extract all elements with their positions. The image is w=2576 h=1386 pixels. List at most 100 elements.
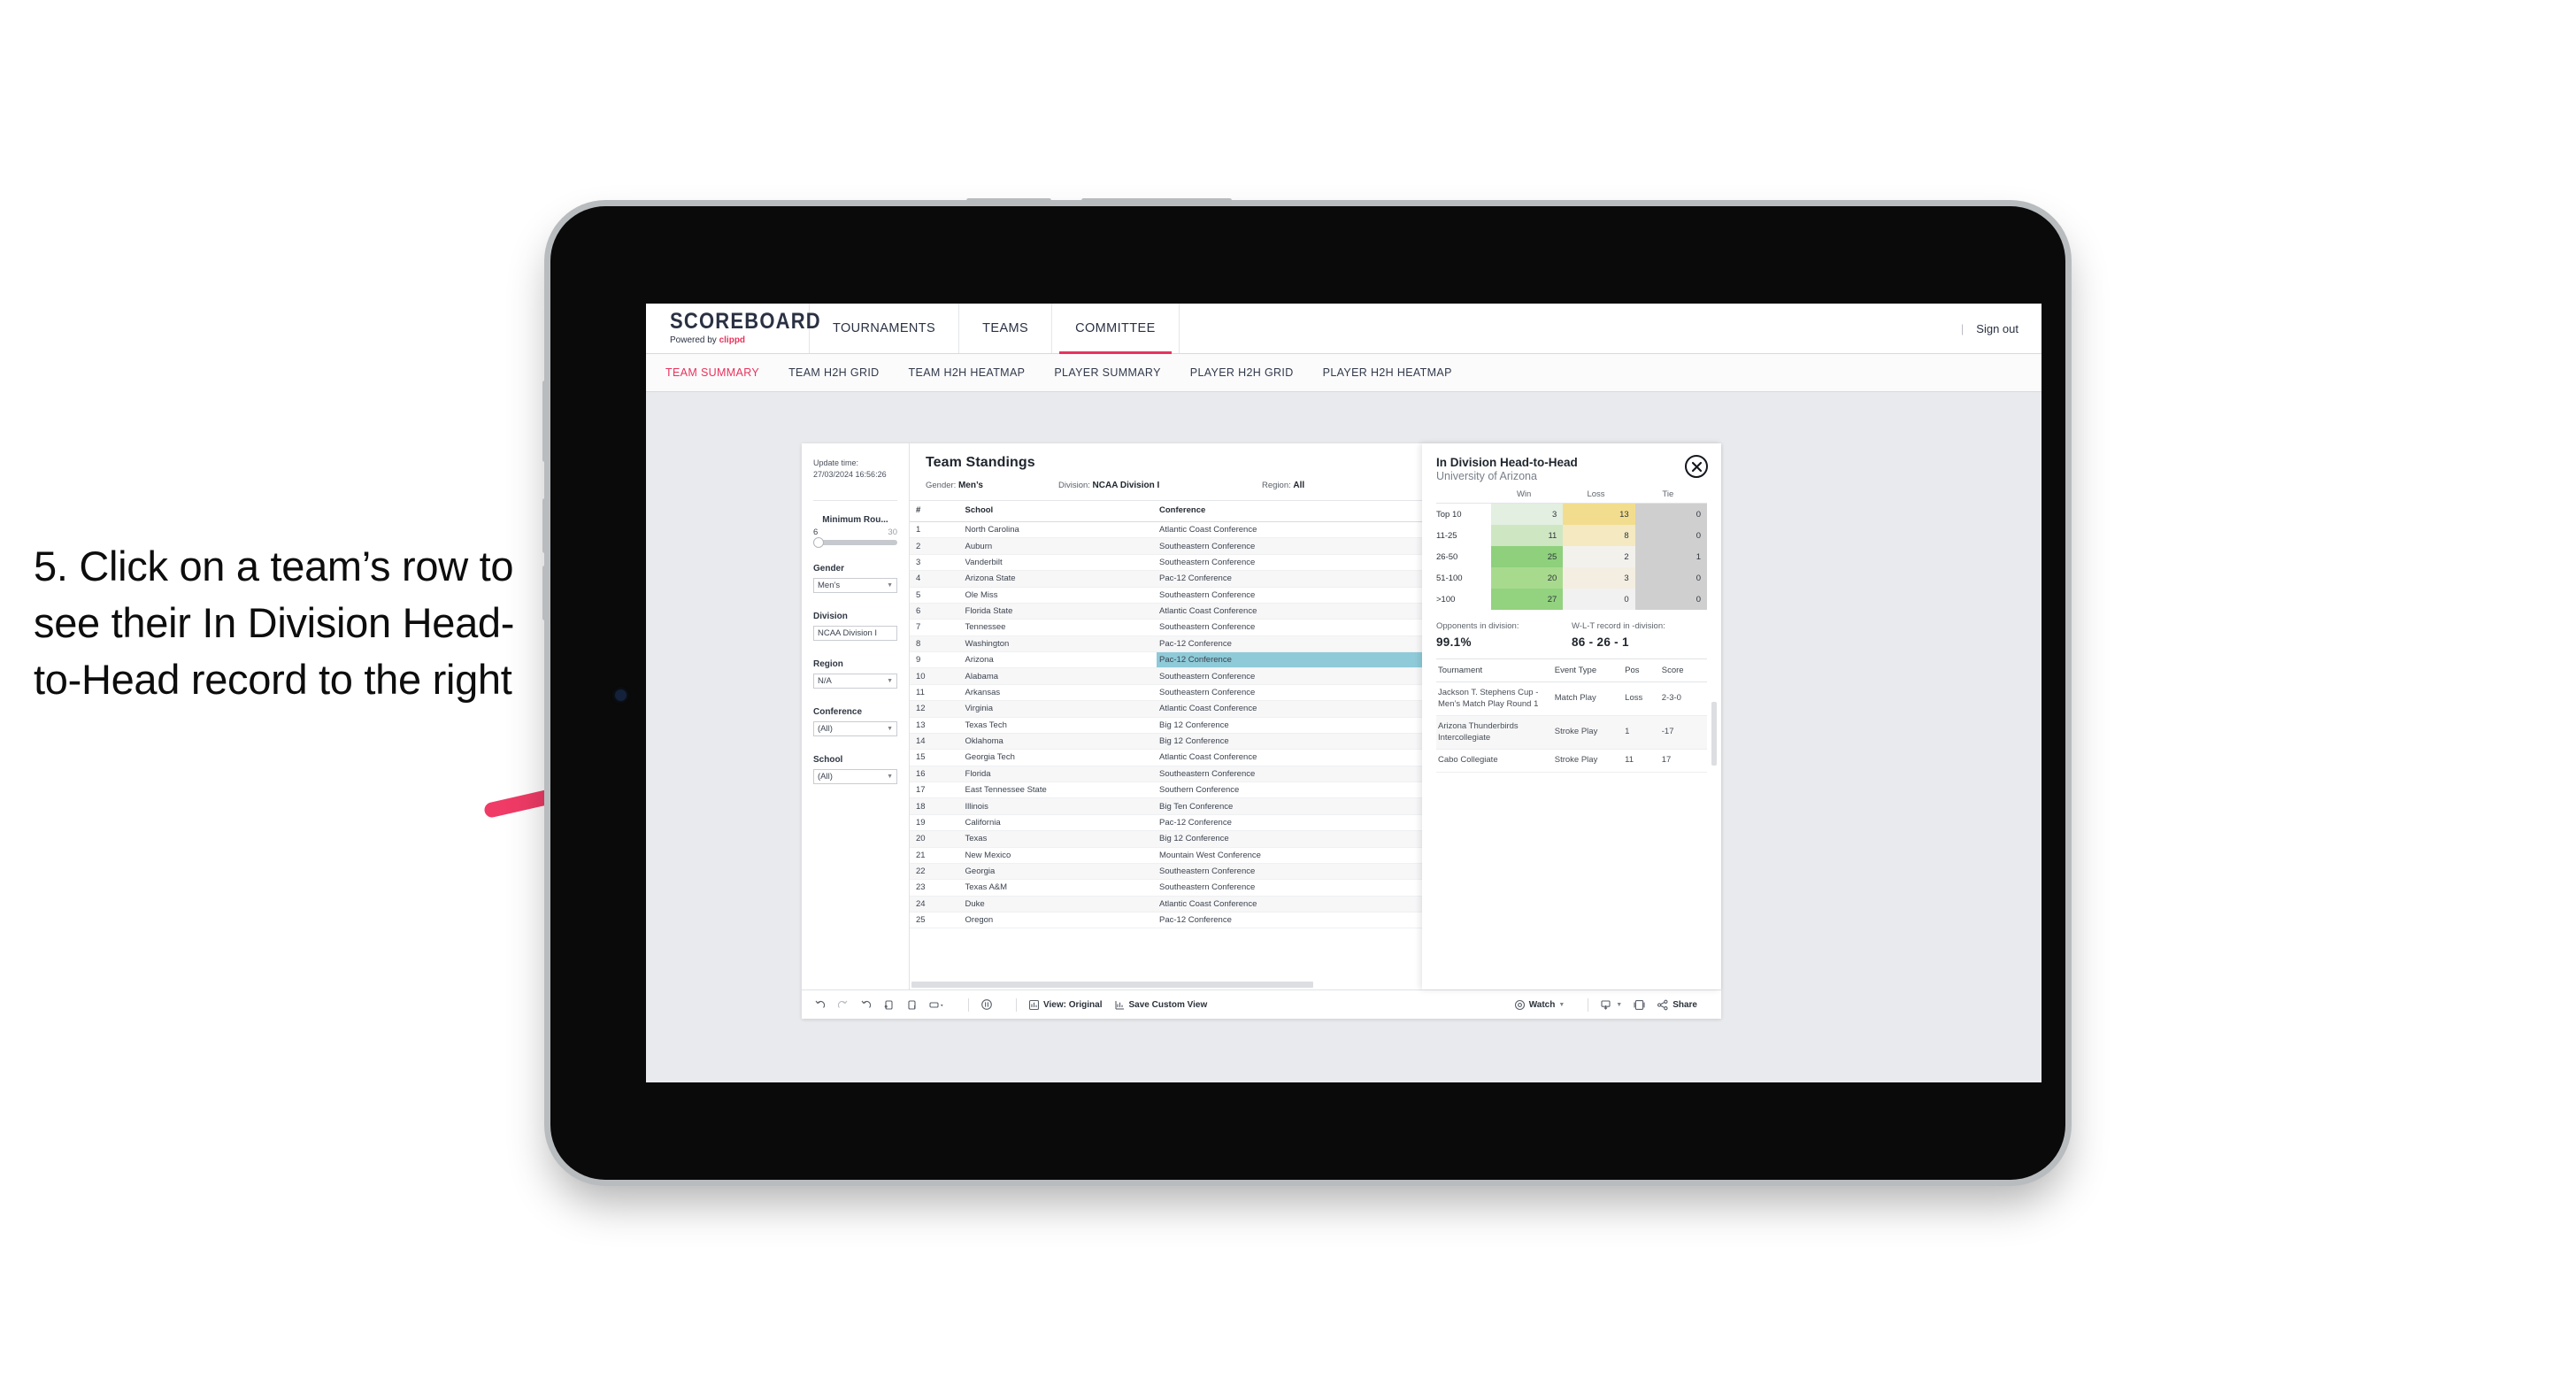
tab-player-h2h-grid[interactable]: PLAYER H2H GRID <box>1190 366 1294 379</box>
device-layout-icon[interactable] <box>929 999 945 1011</box>
cell-rank: 23 <box>910 879 963 897</box>
summary-division-value: NCAA Division I <box>1092 481 1160 490</box>
wlt-record-stat: W-L-T record in -division: 86 - 26 - 1 <box>1572 621 1707 649</box>
heatmap-cell-tie[interactable]: 0 <box>1634 589 1707 610</box>
heatmap-cell-win[interactable]: 20 <box>1491 567 1564 589</box>
power-button[interactable] <box>542 381 547 462</box>
heatmap-cell-loss[interactable]: 13 <box>1563 504 1635 525</box>
heatmap-row[interactable]: 51-100 20 3 0 <box>1436 567 1707 589</box>
col-school[interactable]: School <box>962 501 1157 522</box>
col-rank[interactable]: # <box>910 501 963 522</box>
scrollbar-thumb[interactable] <box>911 982 1313 988</box>
sign-out-link[interactable]: Sign out <box>1976 322 2019 335</box>
pause-icon[interactable] <box>906 999 918 1011</box>
cell-conference: Pac-12 Conference <box>1157 814 1450 832</box>
list-item[interactable]: Cabo Collegiate Stroke Play 11 17 <box>1436 749 1707 773</box>
detail-subtitle: University of Arizona <box>1436 470 1537 482</box>
chevron-down-icon: ▼ <box>1616 1001 1623 1008</box>
gender-filter-select[interactable]: Men’s ▼ <box>813 578 897 594</box>
tab-player-h2h-heatmap[interactable]: PLAYER H2H HEATMAP <box>1323 366 1452 379</box>
heatmap-cell-loss[interactable]: 8 <box>1563 525 1635 546</box>
nav-item-teams[interactable]: TEAMS <box>959 304 1053 353</box>
heatmap-cell-loss[interactable]: 2 <box>1563 546 1635 567</box>
cell-rank: 11 <box>910 684 963 702</box>
view-original-button[interactable]: View: Original <box>1028 999 1103 1011</box>
heatmap-cell-tie[interactable]: 0 <box>1634 525 1707 546</box>
volume-down-button[interactable] <box>542 566 547 620</box>
heatmap-cell-win[interactable]: 11 <box>1491 525 1564 546</box>
detail-vertical-scrollbar[interactable] <box>1711 702 1717 766</box>
school-filter: School (All) ▼ <box>813 755 897 785</box>
share-button[interactable]: Share <box>1657 999 1697 1011</box>
nav-item-tournaments[interactable]: TOURNAMENTS <box>810 304 960 353</box>
nav-item-committee[interactable]: COMMITTEE <box>1052 304 1180 354</box>
undo-icon[interactable] <box>814 999 826 1011</box>
heatmap-cell-win[interactable]: 25 <box>1491 546 1564 567</box>
heatmap-body: Top 10 3 13 0 11-25 11 8 0 26-50 25 2 1 51-100 20 3 0 >1… <box>1436 504 1707 610</box>
heatmap-row[interactable]: Top 10 3 13 0 <box>1436 504 1707 525</box>
slider-high-value: 30 <box>888 527 897 538</box>
pause-auto-update-icon[interactable] <box>980 998 993 1011</box>
volume-up-button[interactable] <box>542 498 547 553</box>
cell-school: Arizona <box>962 651 1157 669</box>
top-navigation: TOURNAMENTS TEAMS COMMITTEE <box>810 304 1180 354</box>
heatmap-row-label: 26-50 <box>1436 551 1458 562</box>
gender-filter-value: Men’s <box>818 581 841 591</box>
cell-rank: 4 <box>910 570 963 588</box>
heatmap-cell-loss[interactable]: 3 <box>1563 567 1635 589</box>
heatmap-cell-tie[interactable]: 0 <box>1634 567 1707 589</box>
fullscreen-icon[interactable] <box>1634 999 1645 1011</box>
cell-event-type: Match Play <box>1552 681 1624 717</box>
brand-logo[interactable]: SCOREBOARD Powered by clippd <box>646 304 820 353</box>
region-filter-select[interactable]: N/A ▼ <box>813 674 897 689</box>
heatmap-col-win: Win <box>1516 489 1532 499</box>
chevron-down-icon: ▼ <box>887 582 893 589</box>
summary-gender-label: Gender: <box>926 481 957 490</box>
cell-school: Vanderbilt <box>962 554 1157 572</box>
list-item[interactable]: Arizona Thunderbirds Intercollegiate Stro… <box>1436 715 1707 751</box>
gender-filter: Gender Men’s ▼ <box>813 564 897 594</box>
school-filter-select[interactable]: (All) ▼ <box>813 769 897 785</box>
division-filter-label: Division <box>813 612 848 622</box>
tab-team-summary[interactable]: TEAM SUMMARY <box>665 366 759 379</box>
download-button[interactable]: ▼ <box>1600 999 1622 1011</box>
head-to-head-heatmap: Win Loss Tie Top 10 3 13 0 11-25 11 8 0 26-50 25 2… <box>1436 489 1707 610</box>
division-filter-value: NCAA Division I <box>818 628 878 639</box>
cell-conference: Atlantic Coast Conference <box>1157 749 1450 766</box>
col-conference[interactable]: Conference <box>1157 501 1450 522</box>
tab-team-h2h-heatmap[interactable]: TEAM H2H HEATMAP <box>909 366 1026 379</box>
cell-rank: 22 <box>910 863 963 881</box>
heatmap-row[interactable]: 11-25 11 8 0 <box>1436 525 1707 546</box>
revert-icon[interactable] <box>860 999 872 1011</box>
cell-school: Georgia <box>962 863 1157 881</box>
heatmap-row[interactable]: >100 27 0 0 <box>1436 589 1707 610</box>
cell-event-type: Stroke Play <box>1552 715 1624 751</box>
save-custom-view-button[interactable]: Save Custom View <box>1114 999 1207 1011</box>
share-label: Share <box>1672 999 1697 1010</box>
heatmap-row[interactable]: 26-50 25 2 1 <box>1436 546 1707 567</box>
heatmap-cell-tie[interactable]: 1 <box>1634 546 1707 567</box>
redo-icon[interactable] <box>837 999 849 1011</box>
list-item[interactable]: Jackson T. Stephens Cup - Men’s Match Pl… <box>1436 681 1707 717</box>
summary-gender-value: Men’s <box>957 481 983 490</box>
heatmap-cell-loss[interactable]: 0 <box>1563 589 1635 610</box>
brand-sub-accent: clippd <box>719 335 746 345</box>
tab-player-summary[interactable]: PLAYER SUMMARY <box>1054 366 1160 379</box>
close-icon[interactable] <box>1685 455 1708 478</box>
heatmap-row-label: 51-100 <box>1436 573 1463 583</box>
division-filter-select[interactable]: NCAA Division I <box>813 626 897 642</box>
refresh-icon[interactable] <box>883 999 895 1011</box>
minimum-rounds-slider[interactable] <box>813 537 897 549</box>
tab-team-h2h-grid[interactable]: TEAM H2H GRID <box>788 366 879 379</box>
cell-school: Tennessee <box>962 619 1157 636</box>
cell-school: Arizona State <box>962 570 1157 588</box>
top-antenna-line <box>966 198 1051 203</box>
watch-button[interactable]: Watch ▼ <box>1514 999 1565 1011</box>
cell-rank: 13 <box>910 717 963 734</box>
heatmap-cell-tie[interactable]: 0 <box>1634 504 1707 525</box>
cell-conference: Big 12 Conference <box>1157 830 1450 848</box>
conference-filter-select[interactable]: (All) ▼ <box>813 721 897 737</box>
heatmap-cell-win[interactable]: 27 <box>1491 589 1564 610</box>
heatmap-cell-win[interactable]: 3 <box>1491 504 1564 525</box>
slider-handle[interactable] <box>813 537 824 549</box>
